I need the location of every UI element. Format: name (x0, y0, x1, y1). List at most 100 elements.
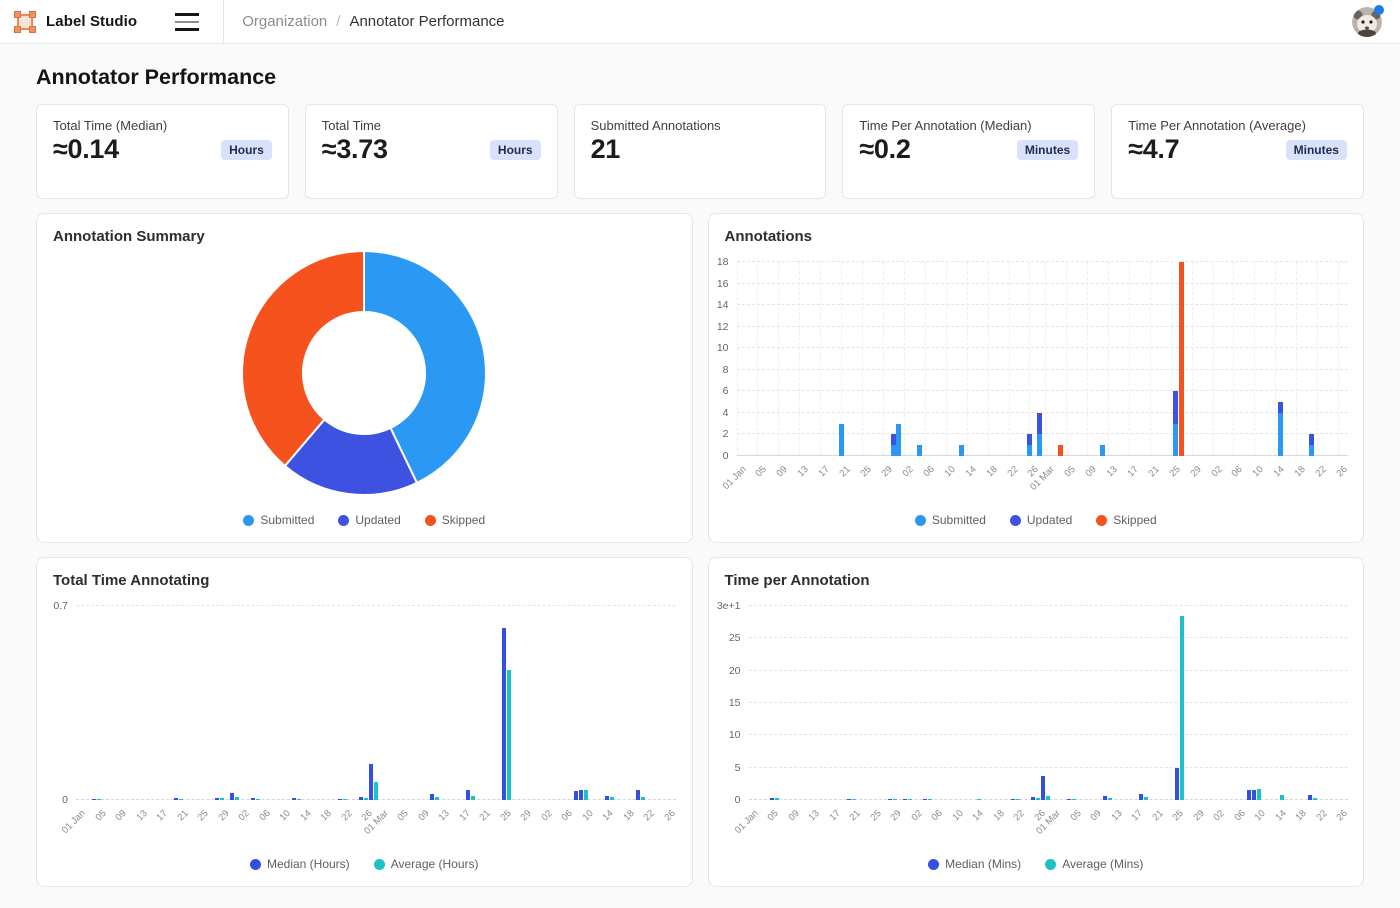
bar-average-28-feb[interactable] (374, 782, 378, 800)
legend-item-median-mins[interactable]: Median (Mins) (928, 857, 1021, 871)
bar-median-21-jan[interactable] (847, 799, 851, 800)
bar-average-28-feb[interactable] (1046, 796, 1050, 800)
bar-submitted-26-feb[interactable] (1027, 445, 1032, 456)
bar-average-26-mar[interactable] (507, 670, 511, 800)
bar-median-01-feb[interactable] (903, 799, 907, 800)
bar-skipped-04-mar[interactable] (1058, 445, 1063, 456)
bar-median-01-feb[interactable] (230, 793, 234, 800)
bar-median-05-feb[interactable] (251, 798, 255, 800)
bar-average-05-feb[interactable] (928, 799, 932, 800)
bar-average-19-mar[interactable] (1144, 797, 1148, 800)
legend-item-median-hours[interactable]: Median (Hours) (250, 857, 350, 871)
bar-submitted-21-jan[interactable] (839, 424, 844, 456)
bar-submitted-21-apr[interactable] (1309, 445, 1314, 456)
bar-median-19-mar[interactable] (466, 790, 470, 800)
gridline (1150, 262, 1151, 456)
app-logo[interactable]: Label Studio (0, 11, 137, 33)
bar-median-15-apr[interactable] (605, 796, 609, 800)
bar-median-22-feb[interactable] (338, 799, 342, 800)
bar-median-22-feb[interactable] (1011, 799, 1015, 800)
bar-median-06-jan[interactable] (770, 798, 774, 800)
bar-median-28-feb[interactable] (369, 764, 373, 800)
bar-average-21-jan[interactable] (852, 799, 856, 800)
bar-average-22-feb[interactable] (343, 799, 347, 800)
bar-average-05-feb[interactable] (256, 799, 260, 800)
bar-median-12-mar[interactable] (430, 794, 434, 800)
menu-toggle-icon[interactable] (175, 13, 199, 31)
bar-submitted-01-feb[interactable] (896, 424, 901, 456)
bar-average-05-jan[interactable] (97, 799, 101, 800)
legend-item-average-mins[interactable]: Average (Mins) (1045, 857, 1143, 871)
bar-average-12-mar[interactable] (435, 797, 439, 800)
bar-median-09-apr[interactable] (1247, 790, 1251, 800)
bar-submitted-28-feb[interactable] (1037, 434, 1042, 456)
bar-median-26-mar[interactable] (502, 628, 506, 800)
bar-average-13-feb[interactable] (297, 799, 301, 800)
bar-average-29-jan[interactable] (220, 798, 224, 800)
bar-median-09-apr[interactable] (574, 791, 578, 800)
bar-average-29-jan[interactable] (893, 799, 897, 800)
legend-item-submitted[interactable]: Submitted (243, 513, 314, 527)
bar-average-22-feb[interactable] (1016, 799, 1020, 800)
bar-median-29-jan[interactable] (215, 798, 219, 800)
bar-average-21-jan[interactable] (179, 799, 183, 800)
bar-average-12-mar[interactable] (1108, 798, 1112, 800)
bar-submitted-13-feb[interactable] (959, 445, 964, 456)
bar-average-01-feb[interactable] (235, 797, 239, 800)
bar-median-26-feb[interactable] (359, 797, 363, 800)
bar-submitted-15-apr[interactable] (1278, 413, 1283, 456)
bar-median-10-apr[interactable] (1252, 790, 1256, 800)
gridline (757, 262, 758, 456)
bar-average-05-mar[interactable] (1072, 799, 1076, 800)
bar-median-28-feb[interactable] (1041, 776, 1045, 800)
x-axis-tick-label: 29 (216, 808, 231, 823)
y-axis-tick-label: 0 (62, 795, 68, 805)
user-avatar[interactable] (1352, 7, 1382, 37)
bar-average-21-apr[interactable] (1313, 798, 1317, 800)
bar-median-19-mar[interactable] (1139, 794, 1143, 800)
bar-median-13-feb[interactable] (292, 798, 296, 800)
bar-median-05-feb[interactable] (923, 799, 927, 800)
legend-item-skipped[interactable]: Skipped (1096, 513, 1156, 527)
bar-average-26-feb[interactable] (364, 798, 368, 800)
bar-average-15-feb[interactable] (977, 799, 981, 800)
bar-average-10-apr[interactable] (1257, 789, 1261, 800)
bar-submitted-12-mar[interactable] (1100, 445, 1105, 456)
bar-average-19-mar[interactable] (471, 796, 475, 800)
legend-item-skipped[interactable]: Skipped (425, 513, 485, 527)
bar-median-05-mar[interactable] (1067, 799, 1071, 800)
bar-average-26-mar[interactable] (1180, 616, 1184, 800)
bar-average-10-apr[interactable] (584, 790, 588, 800)
bar-median-21-apr[interactable] (1308, 795, 1312, 800)
legend-item-updated[interactable]: Updated (1010, 513, 1072, 527)
bar-updated-21-apr[interactable] (1309, 434, 1314, 445)
x-axis-tick-label: 02 (539, 808, 554, 823)
bar-median-26-feb[interactable] (1031, 797, 1035, 800)
gridline (737, 390, 1349, 391)
bar-updated-26-feb[interactable] (1027, 434, 1032, 445)
bar-median-21-jan[interactable] (174, 798, 178, 800)
x-axis-tick-label: 22 (642, 808, 657, 823)
legend-item-average-hours[interactable]: Average (Hours) (374, 857, 479, 871)
bar-median-29-jan[interactable] (888, 799, 892, 800)
bar-average-01-feb[interactable] (908, 799, 912, 800)
bar-skipped-27-mar[interactable] (1179, 262, 1184, 456)
bar-updated-15-apr[interactable] (1278, 402, 1283, 413)
breadcrumb-organization[interactable]: Organization (242, 13, 327, 30)
bar-average-15-apr[interactable] (1280, 795, 1284, 800)
bar-average-21-apr[interactable] (641, 797, 645, 800)
bar-median-12-mar[interactable] (1103, 796, 1107, 800)
bar-median-21-apr[interactable] (636, 790, 640, 800)
legend-item-submitted[interactable]: Submitted (915, 513, 986, 527)
bar-average-15-apr[interactable] (610, 797, 614, 800)
bar-submitted-05-feb[interactable] (917, 445, 922, 456)
bar-updated-28-feb[interactable] (1037, 413, 1042, 435)
bar-median-10-apr[interactable] (579, 790, 583, 800)
bar-average-06-jan[interactable] (775, 798, 779, 800)
bar-average-26-feb[interactable] (1036, 798, 1040, 800)
bar-median-05-jan[interactable] (92, 799, 96, 800)
time-per-annotation-bar-chart-plot: 05101520253e+101 Jan05091317212529020610… (749, 606, 1349, 800)
legend-item-updated[interactable]: Updated (338, 513, 400, 527)
bar-median-26-mar[interactable] (1175, 768, 1179, 800)
legend-label: Average (Mins) (1062, 857, 1143, 871)
